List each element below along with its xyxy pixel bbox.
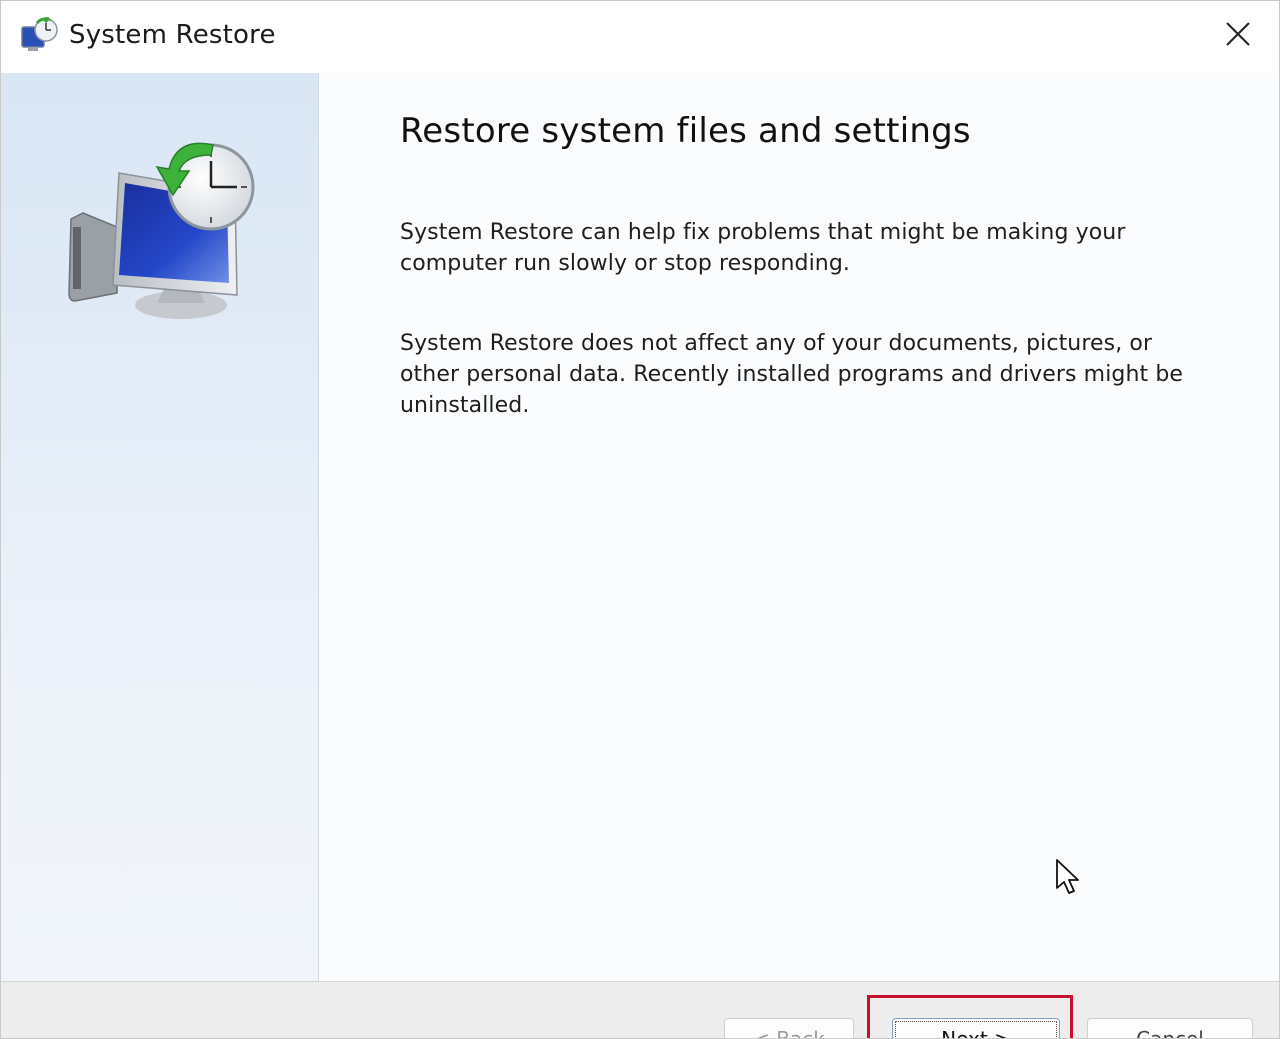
description-paragraph: System Restore does not affect any of yo… <box>400 331 1184 418</box>
system-restore-window: System Restore Restore system files and … <box>0 0 1280 1039</box>
side-banner <box>1 73 319 981</box>
close-icon <box>1225 21 1251 51</box>
system-restore-icon <box>19 15 59 55</box>
mouse-pointer-icon <box>1055 858 1081 896</box>
next-button[interactable]: Next > <box>892 1018 1060 1038</box>
title-bar[interactable]: System Restore <box>1 1 1279 73</box>
description-paragraph: System Restore can help fix problems tha… <box>400 220 1126 276</box>
system-restore-clock-monitor-icon <box>65 137 261 327</box>
cancel-button[interactable]: Cancel <box>1087 1018 1253 1038</box>
wizard-content: Restore system files and settings System… <box>400 73 1260 973</box>
back-button[interactable]: < Back <box>724 1018 854 1038</box>
close-button[interactable] <box>1209 13 1267 59</box>
page-title: Restore system files and settings <box>400 111 971 151</box>
window-title: System Restore <box>69 20 276 50</box>
